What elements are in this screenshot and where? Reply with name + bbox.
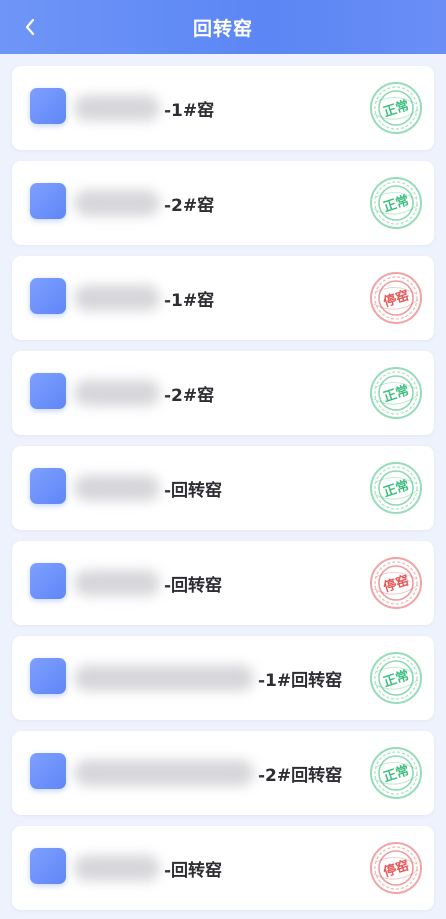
redacted-name (74, 570, 160, 596)
status-text: 正常 (381, 97, 411, 120)
status-text: 停窑 (381, 857, 411, 880)
status-text: 停窑 (381, 287, 411, 310)
kiln-card[interactable]: -1#回转窑 正常 (12, 636, 434, 720)
status-text: 正常 (381, 667, 411, 690)
kiln-icon (30, 753, 66, 789)
kiln-name: -回转窑 (74, 541, 222, 625)
kiln-name: -1#窑 (74, 66, 214, 150)
status-text: 停窑 (381, 572, 411, 595)
kiln-icon (30, 563, 66, 599)
page-title: 回转窑 (192, 17, 253, 40)
kiln-label: -2#回转窑 (258, 765, 343, 786)
status-stamp-stopped: 停窑 (370, 272, 422, 324)
kiln-card[interactable]: -2#窑 正常 (12, 161, 434, 245)
kiln-list: -1#窑 正常 -2#窑 正常 -1#窑 停窑 -2#窑 正常 -回转窑 正常 … (0, 54, 446, 919)
kiln-name: -2#回转窑 (74, 731, 342, 815)
kiln-icon (30, 848, 66, 884)
kiln-icon (30, 88, 66, 124)
kiln-card[interactable]: -2#窑 正常 (12, 351, 434, 435)
kiln-card[interactable]: -2#回转窑 正常 (12, 731, 434, 815)
kiln-name: -回转窑 (74, 446, 222, 530)
kiln-icon (30, 373, 66, 409)
kiln-card[interactable]: -回转窑 停窑 (12, 826, 434, 910)
kiln-label: -1#窑 (164, 290, 215, 311)
redacted-name (74, 475, 160, 501)
redacted-name (74, 665, 254, 691)
chevron-left-icon (25, 18, 35, 36)
status-stamp-normal: 正常 (370, 747, 422, 799)
kiln-icon (30, 183, 66, 219)
kiln-card[interactable]: -回转窑 停窑 (12, 541, 434, 625)
back-button[interactable] (14, 11, 46, 43)
kiln-card[interactable]: -回转窑 正常 (12, 446, 434, 530)
status-text: 正常 (381, 762, 411, 785)
kiln-icon (30, 278, 66, 314)
status-text: 正常 (381, 192, 411, 215)
kiln-label: -回转窑 (164, 480, 223, 501)
kiln-label: -2#窑 (164, 385, 215, 406)
kiln-card[interactable]: -1#窑 正常 (12, 66, 434, 150)
status-stamp-normal: 正常 (370, 367, 422, 419)
kiln-icon (30, 658, 66, 694)
redacted-name (74, 760, 254, 786)
kiln-label: -2#窑 (164, 195, 215, 216)
kiln-card[interactable]: -1#窑 停窑 (12, 256, 434, 340)
status-stamp-normal: 正常 (370, 652, 422, 704)
redacted-name (74, 190, 160, 216)
status-stamp-stopped: 停窑 (370, 557, 422, 609)
kiln-name: -2#窑 (74, 161, 214, 245)
status-stamp-normal: 正常 (370, 462, 422, 514)
kiln-name: -1#回转窑 (74, 636, 342, 720)
kiln-name: -2#窑 (74, 351, 214, 435)
redacted-name (74, 285, 160, 311)
kiln-name: -回转窑 (74, 826, 222, 910)
status-stamp-normal: 正常 (370, 177, 422, 229)
status-stamp-normal: 正常 (370, 82, 422, 134)
status-stamp-stopped: 停窑 (370, 842, 422, 894)
kiln-label: -回转窑 (164, 575, 223, 596)
redacted-name (74, 855, 160, 881)
kiln-icon (30, 468, 66, 504)
kiln-name: -1#窑 (74, 256, 214, 340)
app-header: 回转窑 (0, 0, 446, 54)
kiln-label: -1#回转窑 (258, 670, 343, 691)
kiln-label: -1#窑 (164, 100, 215, 121)
kiln-label: -回转窑 (164, 860, 223, 881)
redacted-name (74, 380, 160, 406)
status-text: 正常 (381, 382, 411, 405)
status-text: 正常 (381, 477, 411, 500)
redacted-name (74, 95, 160, 121)
